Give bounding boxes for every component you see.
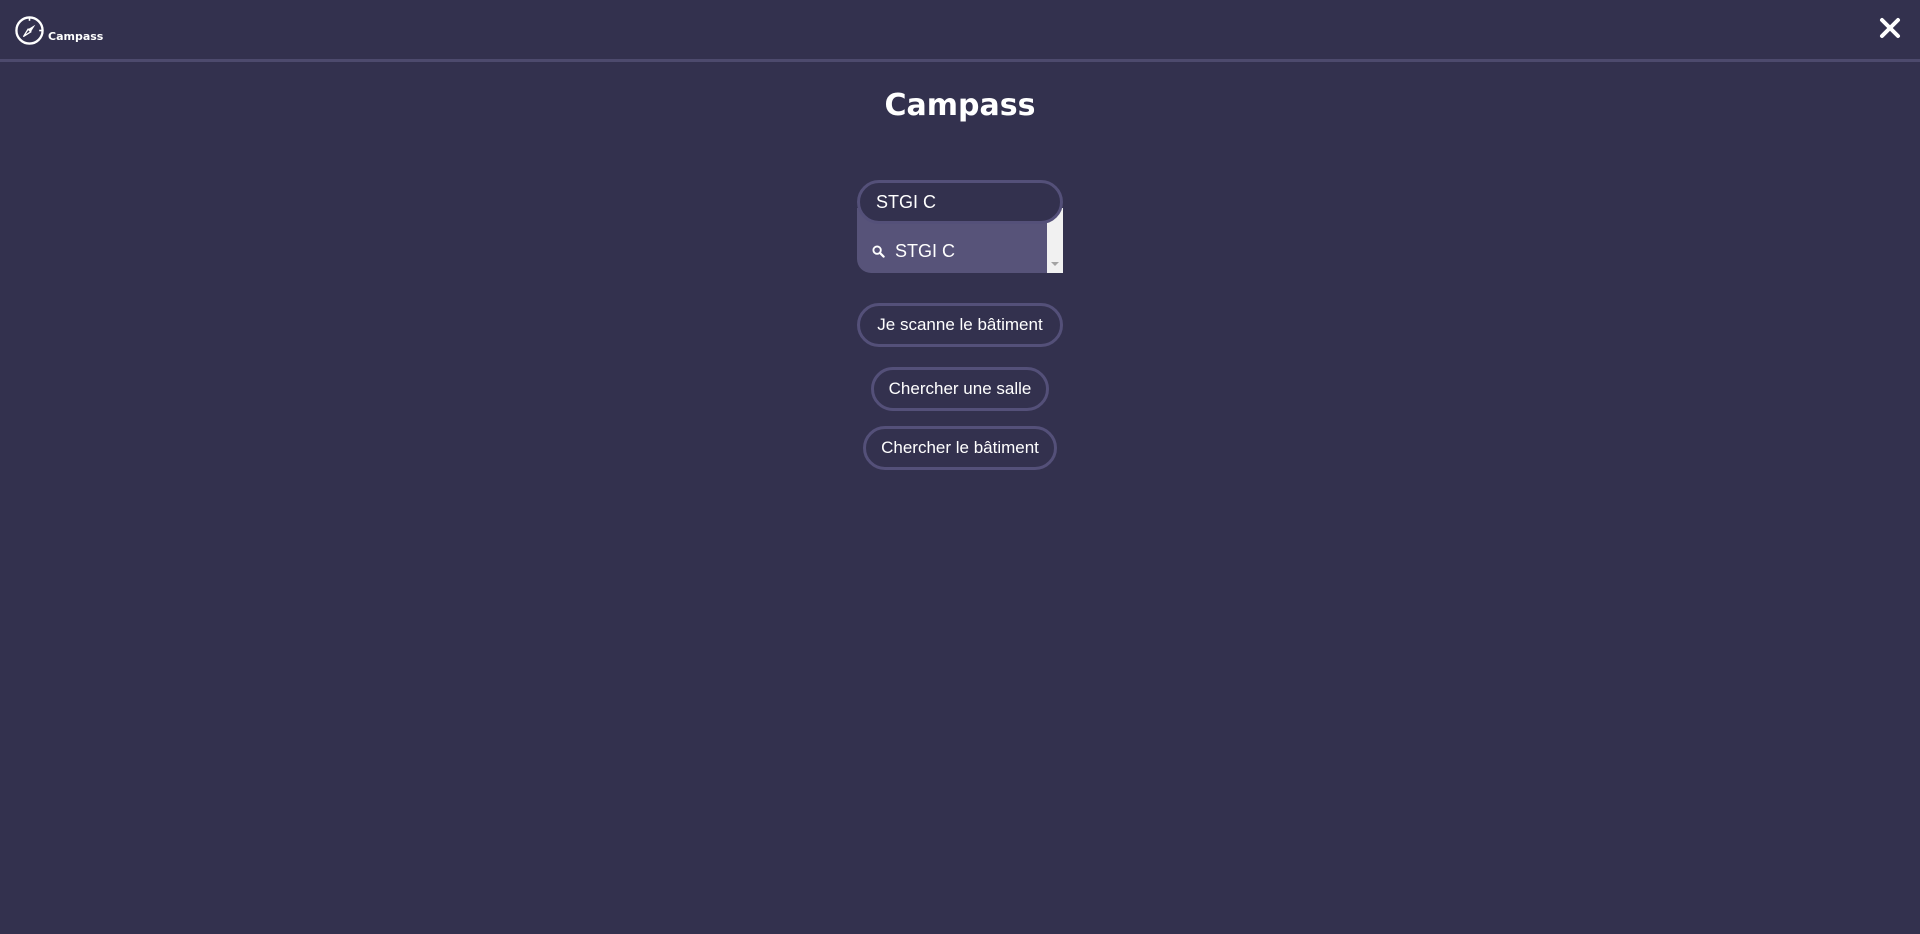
compass-icon [15, 16, 44, 45]
close-icon[interactable] [1878, 16, 1902, 40]
search-room-button[interactable]: Chercher une salle [871, 367, 1049, 411]
suggestion-label: STGI C [895, 241, 956, 261]
scan-building-button[interactable]: Je scanne le bâtiment [857, 303, 1063, 347]
search-building-button[interactable]: Chercher le bâtiment [863, 426, 1057, 470]
top-bar: Campass [0, 0, 1920, 62]
brand-logo-link[interactable]: Campass [14, 15, 103, 46]
page-title: Campass [884, 88, 1036, 123]
scroll-down-arrow-icon[interactable] [1051, 262, 1059, 266]
building-search: STGI C [857, 180, 1063, 273]
search-icon [872, 245, 885, 258]
search-input[interactable] [857, 180, 1063, 224]
brand-name: Campass [48, 30, 104, 43]
